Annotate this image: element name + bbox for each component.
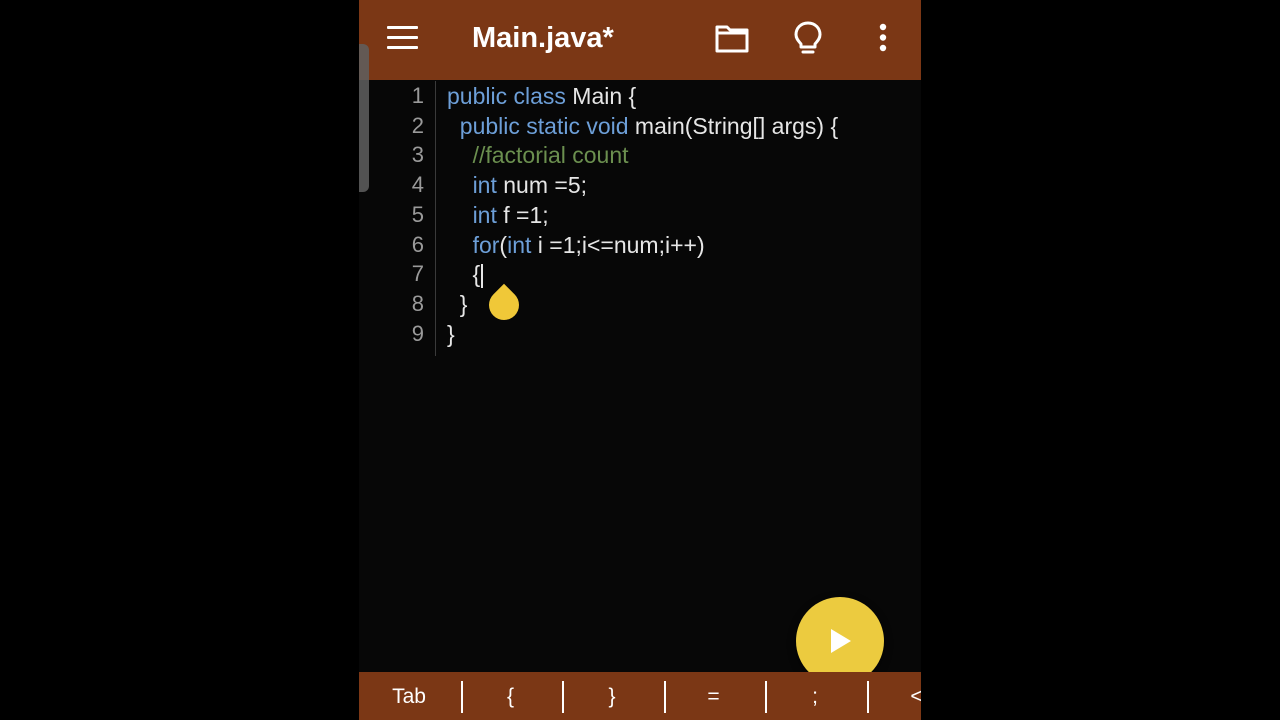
key-separator: [663, 681, 666, 713]
key-symbol[interactable]: {: [466, 672, 556, 720]
key-tab[interactable]: Tab: [364, 672, 454, 720]
key-separator: [765, 681, 767, 713]
file-title: Main.java*: [472, 22, 614, 54]
line-number: 1: [411, 83, 424, 108]
key-separator: [460, 681, 463, 713]
code-text: public class Main {: [447, 81, 636, 111]
keyword-token: public class: [447, 83, 566, 109]
line-number: 2: [411, 112, 424, 138]
more-vertical-icon[interactable]: [862, 18, 906, 58]
line-number: 3: [411, 142, 424, 168]
keyword-token: for: [472, 231, 500, 258]
line-number: 6: [411, 231, 424, 257]
line-number: 8: [411, 290, 424, 316]
key-symbol[interactable]: ;: [770, 672, 860, 720]
app-toolbar: Main.java*: [359, 0, 921, 80]
text-cursor-handle[interactable]: [482, 283, 526, 327]
menu-icon[interactable]: [387, 26, 419, 50]
code-token: num =5;: [496, 172, 587, 199]
line-number: 5: [411, 201, 424, 227]
comment-token: //factorial count: [472, 142, 629, 169]
code-token: main(String[] args) {: [628, 112, 839, 139]
code-token: f =1;: [496, 201, 549, 228]
key-symbol[interactable]: =: [669, 672, 759, 720]
keyword-token: int: [472, 201, 497, 228]
code-text: }: [447, 319, 455, 349]
code-text: {: [447, 259, 484, 289]
code-text: int f =1;: [447, 200, 549, 230]
key-separator: [562, 681, 564, 713]
code-token: Main {: [565, 83, 637, 109]
code-token: }: [447, 290, 468, 317]
key-separator: [866, 681, 869, 713]
line-number: 7: [411, 261, 424, 287]
gutter-divider: [435, 81, 436, 356]
keyword-token: public static void: [459, 112, 629, 139]
lightbulb-icon[interactable]: [787, 18, 831, 58]
code-token: }: [447, 320, 455, 347]
text-caret: [481, 264, 484, 289]
editor-screen: Main.java* 1 public class Main { 2 public …: [359, 0, 921, 720]
key-symbol[interactable]: }: [567, 672, 657, 720]
code-token: i =1;i<=num;i++): [531, 231, 705, 258]
symbol-keybar: Tab{} =; <: [359, 672, 921, 720]
code-text: for(int i =1;i<=num;i++): [447, 230, 705, 260]
folder-icon[interactable]: [712, 18, 756, 58]
code-text: int num =5;: [447, 170, 587, 200]
line-number: 4: [411, 172, 424, 198]
line-number: 9: [411, 320, 424, 346]
code-text: public static void main(String[] args) {: [447, 111, 838, 141]
code-token: {: [447, 261, 481, 288]
key-symbol[interactable]: <: [872, 672, 921, 720]
code-text: //factorial count: [447, 140, 629, 170]
keyword-token: int: [472, 172, 497, 199]
code-token: (: [499, 231, 508, 258]
keyword-token: int: [507, 231, 532, 258]
code-editor[interactable]: 1 public class Main { 2 public static void…: [359, 80, 921, 670]
play-icon: [831, 629, 851, 653]
code-text: }: [447, 289, 468, 319]
